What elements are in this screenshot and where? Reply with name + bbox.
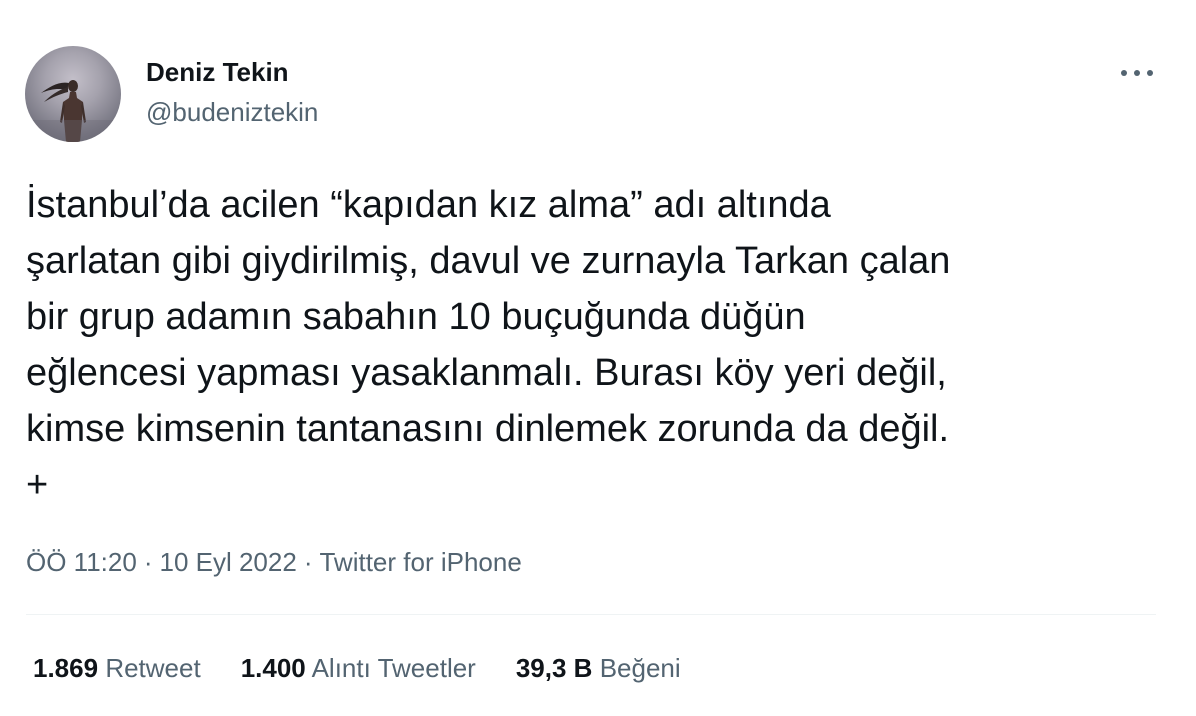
tweet-text-line: bir grup adamın sabahın 10 buçuğunda düğ… xyxy=(26,296,806,338)
tweet-date[interactable]: 10 Eyl 2022 xyxy=(159,547,296,577)
retweet-count: 1.869 xyxy=(33,653,99,683)
tweet-meta: ÖÖ 11:20 · 10 Eyl 2022 · Twitter for iPhone xyxy=(26,545,522,579)
meta-separator: · xyxy=(303,547,313,577)
tweet-text-line: eğlencesi yapması yasaklanmalı. Burası k… xyxy=(26,352,947,394)
tweet-stats: 1.869 Retweet 1.400 Alıntı Tweetler 39,3… xyxy=(33,651,721,685)
profile-photo xyxy=(25,80,121,142)
tweet-text: İstanbul’da acilen “kapıdan kız alma” ad… xyxy=(26,177,1176,513)
display-name[interactable]: Deniz Tekin xyxy=(146,56,289,88)
tweet-text-line: kimse kimsenin tantanasını dinlemek zoru… xyxy=(26,408,950,450)
more-options-button[interactable] xyxy=(1116,56,1158,90)
quote-tweets-stat[interactable]: 1.400 Alıntı Tweetler xyxy=(241,651,476,685)
more-horizontal-icon xyxy=(1121,70,1153,76)
quote-tweets-count: 1.400 xyxy=(240,653,306,683)
tweet-text-line: şarlatan gibi giydirilmiş, davul ve zurn… xyxy=(26,240,951,282)
retweet-stat[interactable]: 1.869 Retweet xyxy=(33,651,201,685)
likes-count: 39,3 B xyxy=(515,653,593,683)
tweet-source[interactable]: Twitter for iPhone xyxy=(319,547,521,577)
tweet-card: Deniz Tekin @budeniztekin İstanbul’da ac… xyxy=(0,0,1196,716)
tweet-text-line: + xyxy=(26,464,49,506)
likes-stat[interactable]: 39,3 B Beğeni xyxy=(516,651,681,685)
tweet-time[interactable]: ÖÖ 11:20 xyxy=(26,547,137,577)
divider xyxy=(26,614,1156,615)
likes-label: Beğeni xyxy=(599,653,681,683)
user-handle[interactable]: @budeniztekin xyxy=(146,96,318,128)
meta-separator: · xyxy=(143,547,153,577)
avatar[interactable] xyxy=(25,46,121,142)
retweet-label: Retweet xyxy=(105,653,201,683)
tweet-text-line: İstanbul’da acilen “kapıdan kız alma” ad… xyxy=(26,184,831,226)
quote-tweets-label: Alıntı Tweetler xyxy=(311,653,476,683)
